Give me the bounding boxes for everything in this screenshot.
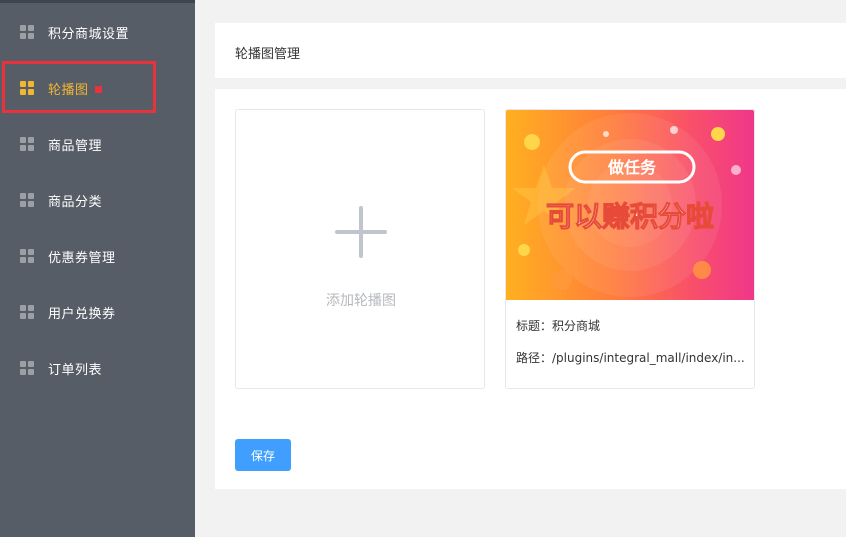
grid-icon (20, 137, 34, 151)
grid-icon (20, 193, 34, 207)
sidebar-top-divider (0, 0, 195, 3)
banner-card[interactable]: 做任务 可以赚积分啦 标题：积分商城 路径：/plugins/integral_… (505, 109, 755, 389)
banner-image: 做任务 可以赚积分啦 (506, 110, 754, 300)
sidebar-item-order-list[interactable]: 订单列表 (0, 340, 195, 396)
sidebar-item-points-mall-settings[interactable]: 积分商城设置 (0, 4, 195, 60)
banner-path-text: 路径：/plugins/integral_mall/index/in... (516, 351, 745, 365)
active-marker (95, 86, 102, 93)
sidebar-item-label: 积分商城设置 (48, 26, 130, 42)
sidebar-item-label: 轮播图 (48, 82, 89, 98)
page-header: 轮播图管理 (215, 23, 846, 78)
carousel-panel: 添加轮播图 做任务 可以赚积分啦 标题：积分商城 路径：/plugins/int… (215, 89, 846, 489)
sidebar-item-label: 订单列表 (48, 362, 103, 378)
save-button[interactable]: 保存 (235, 439, 291, 471)
sidebar-item-label: 用户兑换券 (48, 306, 116, 322)
banner-image-title: 可以赚积分啦 (546, 200, 714, 233)
sidebar-item-product-management[interactable]: 商品管理 (0, 116, 195, 172)
add-carousel-label: 添加轮播图 (326, 293, 396, 309)
sidebar: 积分商城设置 轮播图 商品管理 商品分类 优惠券管理 用户兑换券 订单列表 (0, 0, 195, 537)
grid-icon (20, 25, 34, 39)
page-title: 轮播图管理 (235, 47, 301, 62)
banner-image-subtitle: 做任务 (607, 158, 657, 177)
sidebar-item-carousel[interactable]: 轮播图 (0, 60, 195, 116)
sidebar-item-label: 商品分类 (48, 194, 103, 210)
grid-icon (20, 361, 34, 375)
sidebar-item-user-coupons[interactable]: 用户兑换券 (0, 284, 195, 340)
sidebar-item-label: 优惠券管理 (48, 250, 116, 266)
grid-icon (20, 305, 34, 319)
plus-icon (359, 206, 363, 258)
banner-title-text: 标题：积分商城 (516, 319, 601, 333)
grid-icon (20, 249, 34, 263)
sidebar-item-product-category[interactable]: 商品分类 (0, 172, 195, 228)
sidebar-item-coupon-management[interactable]: 优惠券管理 (0, 228, 195, 284)
grid-icon (20, 81, 34, 95)
sidebar-item-label: 商品管理 (48, 138, 103, 154)
add-carousel-button[interactable]: 添加轮播图 (235, 109, 485, 389)
